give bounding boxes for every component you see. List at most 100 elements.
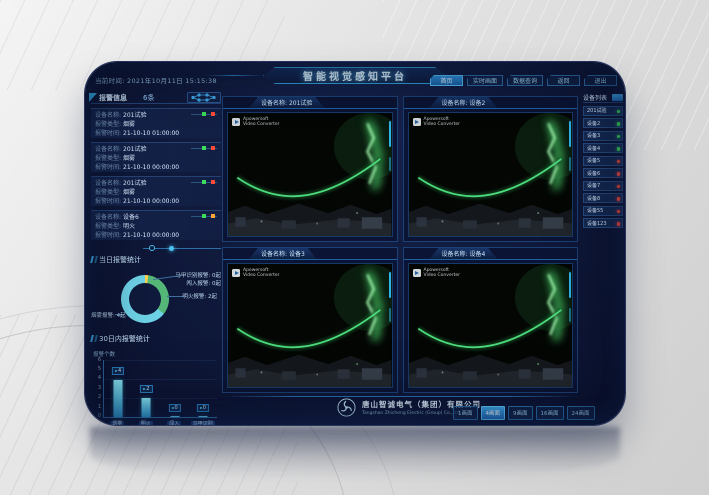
y-tick: 5: [93, 367, 101, 372]
company-logo-icon: [337, 398, 356, 417]
video-name-label: 设备名称:: [442, 98, 468, 107]
alarm-level-indicator: [191, 148, 217, 149]
bar-vest: [198, 416, 207, 417]
alarm-entry[interactable]: 设备名称:201试验 报警类型:烟雾 报警时间:21-10-10 00:00:0…: [91, 176, 221, 206]
alarm-time-label: 报警时间:: [95, 198, 121, 205]
status-dot-online: [617, 110, 621, 114]
status-dot-alarm: [617, 210, 621, 214]
device-list-header: 设备列表: [583, 92, 623, 103]
video-device-name-tab: 设备名称: 设备2: [430, 97, 498, 108]
device-list-item[interactable]: 设备6: [583, 168, 623, 178]
alarm-type-value: 烟雾: [123, 189, 135, 196]
video-panel-3: 设备名称: 设备3 ApowersoftVideo Converter: [222, 247, 398, 393]
alarm-type-value: 烟雾: [123, 155, 135, 162]
nav-home-button[interactable]: 首页: [430, 75, 463, 86]
circuit-icon: [187, 92, 221, 103]
nav-back-button[interactable]: 返回: [547, 75, 580, 86]
channel-24-button[interactable]: 24画面: [567, 406, 595, 420]
device-list-item[interactable]: 设备7: [583, 181, 623, 191]
device-name-label: 设备名称:: [95, 214, 121, 221]
alarm-type-label: 报警类型:: [95, 121, 121, 128]
device-name-value: 201试验: [123, 112, 146, 119]
status-dot-online: [617, 122, 621, 126]
channel-4-button[interactable]: 4画面: [481, 406, 506, 420]
bar-column: 0: [189, 360, 217, 417]
device-list-item[interactable]: 设备2: [583, 118, 623, 128]
device-list-item[interactable]: 设备3: [583, 131, 623, 141]
donut-label-vest: 马甲识别报警: 0起: [175, 271, 221, 279]
y-axis-label: 报警个数: [93, 350, 221, 358]
alarm-type-label: 报警类型:: [95, 223, 121, 230]
alarm-type-value: 明火: [123, 223, 135, 230]
panel-scrollbar[interactable]: [569, 308, 571, 322]
video-panel-2: 设备名称: 设备2 ApowersoftVideo Converter: [403, 96, 579, 242]
alarm-entry[interactable]: 设备名称:201试验 报警类型:烟雾 报警时间:21-10-10 01:00:0…: [91, 108, 221, 138]
channel-1-button[interactable]: 1画面: [453, 406, 478, 420]
header-divider-line: [205, 75, 263, 76]
video-panel-header: 设备名称: 201试验: [223, 97, 397, 109]
alarm-time-value: 21-10-10 00:00:00: [123, 232, 179, 239]
monthly-stats-title: 30日内报警统计: [91, 334, 221, 344]
donut-label-smoke: 烟雾报警: 4起: [91, 311, 126, 319]
panel-scrollbar[interactable]: [569, 272, 571, 298]
nav-live-view-button[interactable]: 实时画面: [467, 75, 503, 86]
alarm-time-label: 报警时间:: [95, 164, 121, 171]
status-dot-alarm: [617, 172, 621, 176]
device-reflection: [90, 427, 620, 479]
panel-scrollbar[interactable]: [389, 272, 391, 298]
x-tick-smoke: 烟雾: [110, 421, 124, 425]
panel-scrollbar[interactable]: [569, 157, 571, 171]
device-list-item[interactable]: 设备8: [583, 193, 623, 203]
divider-decoration: [91, 245, 221, 252]
device-list-item[interactable]: 设备55: [583, 206, 623, 216]
device-name-label: 设备名称:: [95, 180, 121, 187]
alarm-panel-header: 报警信息 6条: [91, 92, 221, 104]
bar-column: 0: [161, 360, 189, 417]
status-dot-online: [617, 135, 621, 139]
watermark: ApowersoftVideo Converter: [232, 268, 279, 278]
bar-value-badge: 0: [169, 404, 181, 412]
alarm-entry[interactable]: 设备名称:201试验 报警类型:烟雾 报警时间:21-10-10 00:00:0…: [91, 142, 221, 172]
alarm-time-value: 21-10-10 00:00:00: [123, 198, 179, 205]
daily-stats-title: 当日报警统计: [91, 255, 221, 265]
video-stream[interactable]: ApowersoftVideo Converter: [227, 263, 393, 388]
panel-scrollbar[interactable]: [389, 157, 391, 171]
bar-intrusion: [170, 416, 179, 417]
device-list-item[interactable]: 201试验: [583, 106, 623, 116]
bar-column: 4: [104, 360, 132, 417]
video-device-name-tab: 设备名称: 设备4: [430, 248, 498, 259]
device-list-item[interactable]: 设备4: [583, 143, 623, 153]
device-list-item[interactable]: 设备123: [583, 218, 623, 228]
device-list-item[interactable]: 设备5: [583, 156, 623, 166]
video-name-label: 设备名称:: [261, 249, 287, 258]
video-stream[interactable]: ApowersoftVideo Converter: [408, 263, 574, 388]
watermark: ApowersoftVideo Converter: [232, 117, 279, 127]
y-tick: 2: [93, 395, 101, 400]
video-name-label: 设备名称:: [261, 98, 287, 107]
alarm-count-badge: 6条: [143, 93, 154, 103]
panel-scrollbar[interactable]: [389, 308, 391, 322]
nav-exit-button[interactable]: 退出: [584, 75, 617, 86]
alarm-time-label: 报警时间:: [95, 130, 121, 137]
status-dot-alarm: [617, 160, 621, 164]
donut-label-intrusion: 闯入报警: 0起: [186, 279, 221, 287]
callout-line: [167, 296, 183, 297]
alarm-entry[interactable]: 设备名称:设备6 报警类型:明火 报警时间:21-10-10 00:00:00: [91, 210, 221, 240]
video-name-value: 201试验: [289, 98, 312, 107]
channel-9-button[interactable]: 9画面: [508, 406, 533, 420]
device-list-toggle-button[interactable]: [612, 94, 623, 101]
device-name-value: 201试验: [123, 180, 146, 187]
corner-notch-decoration: [89, 93, 97, 102]
panel-scrollbar[interactable]: [389, 121, 391, 147]
channel-16-button[interactable]: 16画面: [536, 406, 564, 420]
platform-title-frame: 智能视觉感知平台: [263, 67, 447, 84]
alarm-panel: 报警信息 6条 设备名称:201试验: [91, 92, 221, 418]
video-stream[interactable]: ApowersoftVideo Converter: [408, 112, 574, 237]
panel-scrollbar[interactable]: [569, 121, 571, 147]
daily-alarm-donut-chart: 马甲识别报警: 0起 闯入报警: 0起 明火报警: 2起 烟雾报警: 4起: [91, 269, 221, 331]
alarm-panel-title: 报警信息: [99, 93, 127, 103]
footer-divider: [222, 396, 578, 397]
nav-data-query-button[interactable]: 数据查询: [507, 75, 543, 86]
watermark: ApowersoftVideo Converter: [413, 268, 460, 278]
video-stream[interactable]: ApowersoftVideo Converter: [227, 112, 393, 237]
